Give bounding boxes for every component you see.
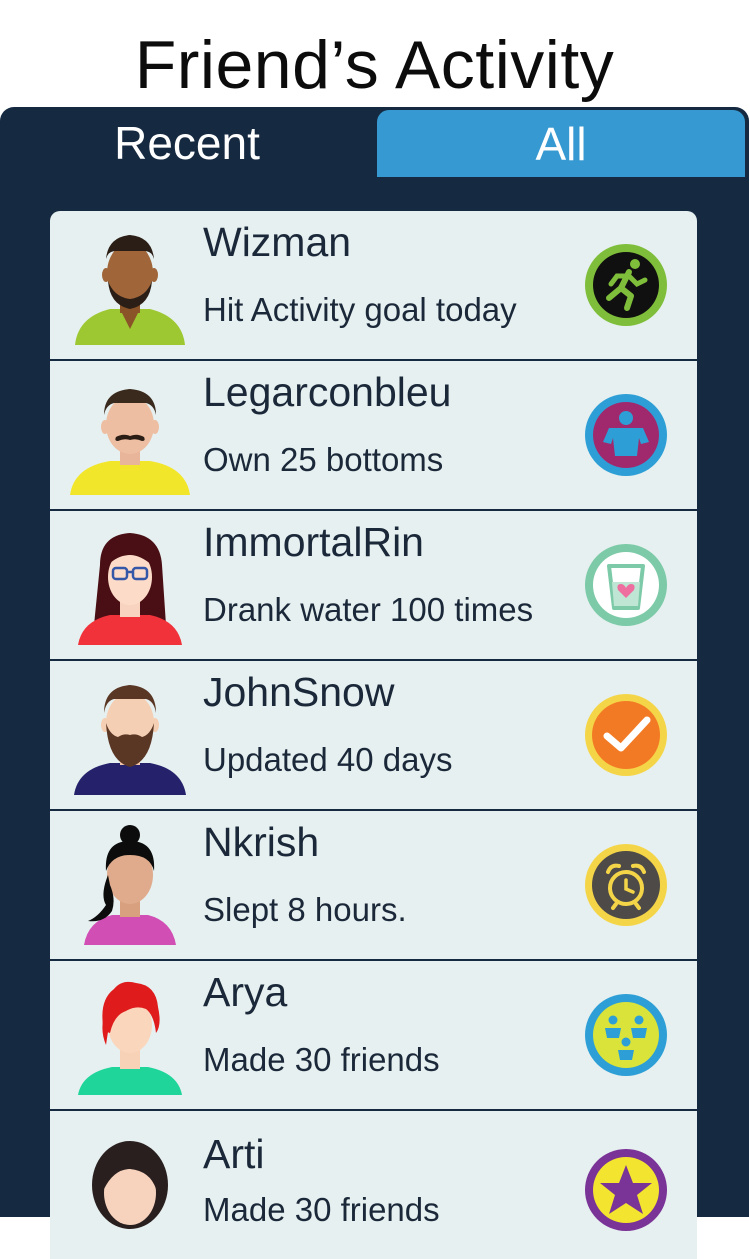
page-title: Friend’s Activity (134, 27, 615, 103)
activity-text: Drank water 100 times (203, 591, 534, 628)
shirt-icon (585, 394, 667, 476)
alarm-clock-icon (585, 844, 667, 926)
avatar (92, 1141, 168, 1229)
activity-row[interactable]: Wizman Hit Activity goal today (50, 211, 697, 361)
activity-row[interactable]: Legarconbleu Own 25 bottoms (50, 361, 697, 511)
activity-row[interactable]: ImmortalRin Drank water 100 times (50, 511, 697, 661)
activity-row[interactable]: Arti Made 30 friends (50, 1111, 697, 1259)
avatar (75, 235, 185, 345)
activity-text: Slept 8 hours. (203, 891, 407, 928)
activity-list: Wizman Hit Activity goal today Legarconb… (50, 211, 697, 1259)
activity-text: Made 30 friends (203, 1191, 440, 1228)
avatar (78, 533, 182, 645)
star-icon (585, 1149, 667, 1231)
tab-recent[interactable]: Recent (0, 107, 374, 179)
activity-row[interactable]: JohnSnow Updated 40 days (50, 661, 697, 811)
activity-row[interactable]: Nkrish Slept 8 hours. (50, 811, 697, 961)
friend-name: Nkrish (203, 819, 320, 865)
activity-text: Made 30 friends (203, 1041, 440, 1078)
activity-text: Hit Activity goal today (203, 291, 517, 328)
friend-name: ImmortalRin (203, 519, 424, 565)
friend-name: Arti (203, 1131, 265, 1177)
water-glass-icon (585, 544, 667, 626)
friends-icon (585, 994, 667, 1076)
avatar (74, 685, 186, 795)
tab-all[interactable]: All (377, 110, 745, 177)
friend-name: Arya (203, 969, 288, 1015)
friend-name: JohnSnow (203, 669, 395, 715)
avatar (84, 825, 176, 945)
activity-text: Own 25 bottoms (203, 441, 444, 478)
checkmark-icon (585, 694, 667, 776)
avatar (78, 981, 182, 1095)
avatar (70, 389, 190, 495)
activity-row[interactable]: Arya Made 30 friends (50, 961, 697, 1111)
friend-name: Wizman (203, 219, 352, 265)
activity-text: Updated 40 days (203, 741, 453, 778)
running-man-icon (585, 244, 667, 326)
friend-name: Legarconbleu (203, 369, 452, 415)
